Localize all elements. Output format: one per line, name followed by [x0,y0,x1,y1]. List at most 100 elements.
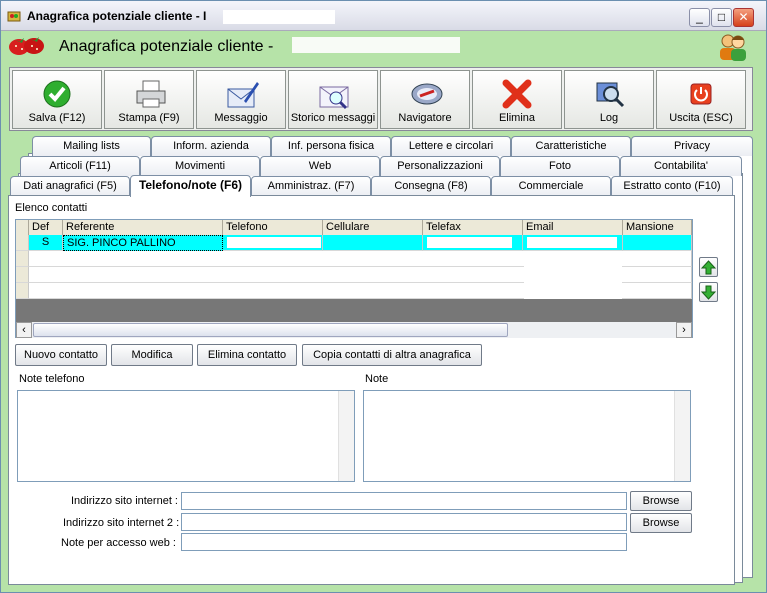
delete-label: Elimina [498,112,536,124]
tab-movimenti[interactable]: Movimenti [140,156,260,176]
cell-mansione[interactable] [623,235,692,251]
cell-referente[interactable]: SIG. PINCO PALLINO [63,235,223,251]
tab-privacy[interactable]: Privacy [631,136,753,156]
tab-articoli[interactable]: Articoli (F11) [20,156,140,176]
delete-button[interactable]: Elimina [472,70,562,129]
browse-site-button[interactable]: Browse [630,491,692,511]
cell-email[interactable] [523,235,623,251]
power-icon [690,83,712,105]
log-label: Log [599,112,619,124]
move-down-button[interactable] [699,282,718,302]
envelope-search-icon [319,86,349,110]
exit-button[interactable]: Uscita (ESC) [656,70,746,129]
navigator-label: Navigatore [398,112,452,124]
site2-input[interactable] [181,513,627,531]
tab-commerciale[interactable]: Commerciale [491,176,611,196]
site-label: Indirizzo sito internet : [71,495,178,507]
compass-icon [411,83,443,105]
contacts-grid: Def Referente Telefono Cellulare Telefax… [15,219,693,338]
scroll-thumb[interactable] [33,323,508,337]
tab-amministraz[interactable]: Amministraz. (F7) [251,176,371,196]
tab-dati-anagrafici[interactable]: Dati anagrafici (F5) [10,176,130,196]
app-icon [7,11,21,22]
x-icon [502,79,532,109]
print-button[interactable]: Stampa (F9) [104,70,194,129]
tab-lettere-circolari[interactable]: Lettere e circolari [391,136,511,156]
col-header-def[interactable]: Def [29,220,63,235]
log-button[interactable]: Log [564,70,654,129]
tab-estratto-conto[interactable]: Estratto conto (F10) [611,176,733,196]
title-bar: Anagrafica potenziale cliente - I _ □ ✕ [1,1,766,31]
scroll-right-icon[interactable]: › [676,322,692,338]
copy-contacts-button[interactable]: Copia contatti di altra anagrafica [302,344,482,366]
col-header-telefax[interactable]: Telefax [423,220,523,235]
col-header-telefono[interactable]: Telefono [223,220,323,235]
tab-consegna[interactable]: Consegna (F8) [371,176,491,196]
tab-telefono-note[interactable]: Telefono/note (F6) [130,175,251,197]
browse-site2-button[interactable]: Browse [630,513,692,533]
site2-label: Indirizzo sito internet 2 : [63,517,180,529]
site-input[interactable] [181,492,627,510]
toolbar: Salva (F12) Stampa (F9) Messaggio Storic… [9,67,753,131]
message-label: Messaggio [214,112,268,124]
tab-inform-azienda[interactable]: Inform. azienda [151,136,271,156]
notes-label: Note [365,373,389,385]
message-history-button[interactable]: Storico messaggi [288,70,378,129]
title-name-redacted [292,37,460,53]
window-title: Anagrafica potenziale cliente - I [27,9,207,23]
cell-cellulare[interactable] [323,235,423,251]
row-indicator[interactable] [16,267,29,283]
phone-notes-textarea[interactable] [17,390,355,482]
check-icon [43,80,71,108]
cell-def[interactable]: S [29,235,63,251]
minimize-button[interactable]: _ [689,8,710,27]
col-header-mansione[interactable]: Mansione [623,220,692,235]
col-header-cellulare[interactable]: Cellulare [323,220,423,235]
scroll-left-icon[interactable]: ‹ [16,322,32,338]
close-button[interactable]: ✕ [733,8,754,27]
row-indicator[interactable] [16,235,29,251]
page-title: Anagrafica potenziale cliente - [59,38,274,55]
new-contact-button[interactable]: Nuovo contatto [15,344,107,366]
col-header-email[interactable]: Email [523,220,623,235]
grid-indicator-header [16,220,29,235]
edit-contact-button[interactable]: Modifica [111,344,193,366]
tab-inf-persona-fisica[interactable]: Inf. persona fisica [271,136,391,156]
web-access-input[interactable] [181,533,627,551]
navigator-button[interactable]: Navigatore [380,70,470,129]
title-redacted [223,10,335,24]
message-button[interactable]: Messaggio [196,70,286,129]
row-indicator[interactable] [16,251,29,267]
web-access-label: Note per accesso web : [61,537,176,549]
phone-notes-label: Note telefono [19,373,85,385]
maximize-button[interactable]: □ [711,8,732,27]
notes-scrollbar[interactable] [674,391,690,481]
printer-icon [136,80,166,108]
contacts-section-label: Elenco contatti [15,202,88,214]
move-up-button[interactable] [699,257,718,277]
cell-telefono[interactable] [223,235,323,251]
application-window: Anagrafica potenziale cliente - I _ □ ✕ … [0,0,767,593]
tab-mailing-lists[interactable]: Mailing lists [32,136,151,156]
redacted-email-block [524,251,622,299]
row-indicator[interactable] [16,283,29,299]
arrow-down-icon [700,285,717,300]
redacted-phone [227,237,321,248]
tab-web[interactable]: Web [260,156,380,176]
save-button[interactable]: Salva (F12) [12,70,102,129]
tab-contabilita[interactable]: Contabilita' [620,156,742,176]
arrow-up-icon [700,260,717,275]
tab-foto[interactable]: Foto [500,156,620,176]
header-bar: Anagrafica potenziale cliente - [2,31,766,64]
phone-notes-scrollbar[interactable] [338,391,354,481]
tab-caratteristiche[interactable]: Caratteristiche [511,136,631,156]
print-label: Stampa (F9) [118,112,180,124]
cell-telefax[interactable] [423,235,523,251]
contacts-horizontal-scrollbar[interactable]: ‹ › [16,322,692,338]
tab-personalizzazioni[interactable]: Personalizzazioni [380,156,500,176]
notes-textarea[interactable] [363,390,691,482]
col-header-referente[interactable]: Referente [63,220,223,235]
redacted-email [527,237,617,248]
delete-contact-button[interactable]: Elimina contatto [197,344,297,366]
save-label: Salva (F12) [28,112,86,124]
